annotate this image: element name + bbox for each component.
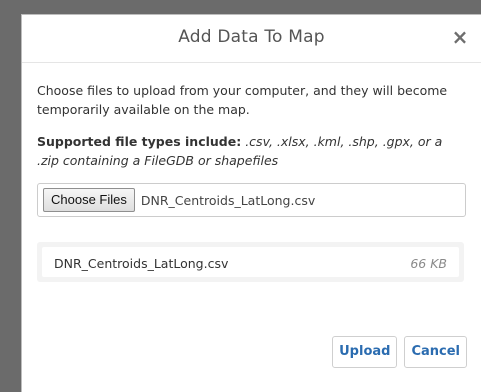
file-size: 66 KB <box>410 256 447 271</box>
file-input[interactable]: Choose Files DNR_Centroids_LatLong.csv <box>37 183 466 217</box>
chosen-filename: DNR_Centroids_LatLong.csv <box>140 192 316 208</box>
file-list: DNR_Centroids_LatLong.csv 66 KB <box>37 242 464 282</box>
supported-types-lead: Supported file types include: <box>37 134 242 149</box>
dialog-actions: Upload Cancel <box>332 336 467 368</box>
file-name: DNR_Centroids_LatLong.csv <box>54 256 229 271</box>
add-data-dialog: Add Data To Map × Choose files to upload… <box>21 14 481 392</box>
dialog-header: Add Data To Map × <box>22 15 481 63</box>
choose-files-button[interactable]: Choose Files <box>43 188 135 212</box>
cancel-button[interactable]: Cancel <box>404 336 467 368</box>
list-item: DNR_Centroids_LatLong.csv 66 KB <box>42 247 459 277</box>
close-icon[interactable]: × <box>451 27 469 47</box>
upload-button[interactable]: Upload <box>332 336 398 368</box>
dialog-title: Add Data To Map <box>178 27 325 47</box>
supported-types-text: Supported file types include: .csv, .xls… <box>37 132 467 170</box>
dialog-body: Choose files to upload from your compute… <box>22 63 481 282</box>
intro-text: Choose files to upload from your compute… <box>37 83 448 117</box>
